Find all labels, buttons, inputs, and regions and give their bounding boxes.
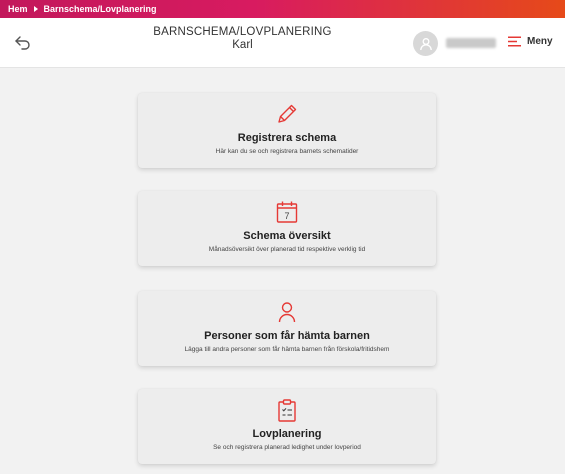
breadcrumb: Hem Barnschema/Lovplanering	[0, 0, 565, 18]
card-schema-oversikt[interactable]: 7 Schema översikt Månadsöversikt över pl…	[138, 191, 436, 266]
card-title: Lovplanering	[252, 428, 322, 440]
menu-label: Meny	[527, 36, 553, 47]
page-title-group: BARNSCHEMA/LOVPLANERING Karl	[120, 26, 365, 51]
user-name-redacted	[446, 38, 496, 48]
back-button[interactable]	[14, 34, 34, 52]
pencil-icon	[278, 104, 297, 123]
card-description: Se och registrera planerad ledighet unde…	[213, 444, 361, 451]
card-personer-hamta[interactable]: Personer som får hämta barnen Lägga till…	[138, 291, 436, 366]
card-description: Månadsöversikt över planerad tid respekt…	[208, 246, 366, 253]
card-title: Registrera schema	[237, 132, 337, 144]
menu-button[interactable]: Meny	[508, 36, 553, 47]
child-name: Karl	[232, 39, 253, 51]
calendar-icon: 7	[276, 201, 298, 223]
card-title: Personer som får hämta barnen	[204, 330, 370, 342]
chevron-right-icon	[33, 6, 38, 12]
breadcrumb-current: Barnschema/Lovplanering	[43, 4, 157, 14]
card-description: Här kan du se och registrera barnets sch…	[215, 148, 359, 155]
hamburger-menu-icon	[508, 36, 521, 47]
card-registrera-schema[interactable]: Registrera schema Här kan du se och regi…	[138, 93, 436, 168]
page-header: BARNSCHEMA/LOVPLANERING Karl Meny	[0, 18, 565, 68]
page-title: BARNSCHEMA/LOVPLANERING	[153, 26, 332, 38]
calendar-day-number: 7	[284, 211, 289, 221]
breadcrumb-home-link[interactable]: Hem	[8, 4, 28, 14]
card-lovplanering[interactable]: Lovplanering Se och registrera planerad …	[138, 389, 436, 464]
user-icon	[419, 37, 432, 50]
card-title: Schema översikt	[243, 230, 331, 242]
card-description: Lägga till andra personer som får hämta …	[184, 346, 390, 353]
person-icon	[278, 302, 296, 323]
avatar[interactable]	[413, 31, 438, 56]
back-arrow-icon	[15, 36, 30, 50]
clipboard-icon	[278, 399, 296, 422]
